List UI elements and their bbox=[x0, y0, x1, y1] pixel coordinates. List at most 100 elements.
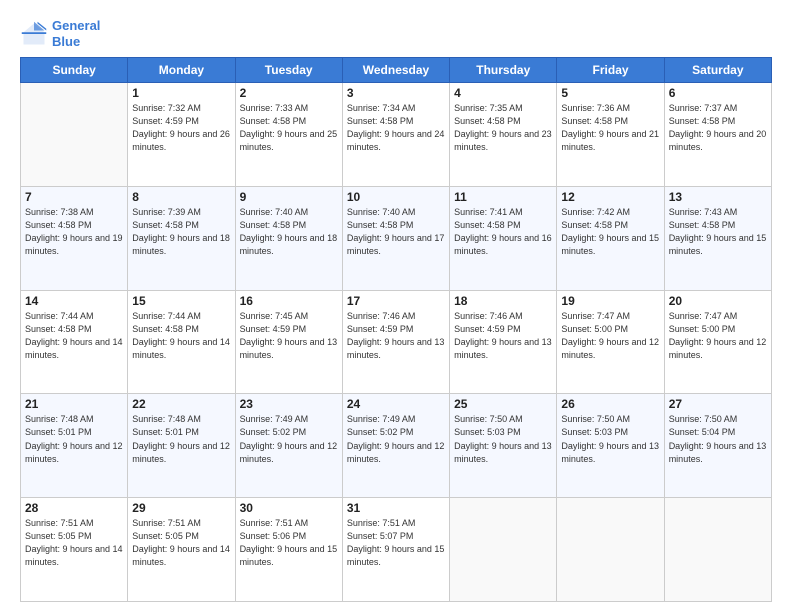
daylight-label: Daylight: 9 hours and 13 minutes. bbox=[561, 441, 659, 464]
day-number: 5 bbox=[561, 86, 659, 100]
sunrise-label: Sunrise: 7:34 AM bbox=[347, 103, 416, 113]
day-number: 23 bbox=[240, 397, 338, 411]
calendar-week-row: 1 Sunrise: 7:32 AM Sunset: 4:59 PM Daylight… bbox=[21, 83, 772, 187]
sunset-label: Sunset: 5:03 PM bbox=[561, 427, 628, 437]
sunset-label: Sunset: 5:06 PM bbox=[240, 531, 307, 541]
sunrise-label: Sunrise: 7:38 AM bbox=[25, 207, 94, 217]
day-number: 19 bbox=[561, 294, 659, 308]
calendar-week-row: 7 Sunrise: 7:38 AM Sunset: 4:58 PM Daylight… bbox=[21, 186, 772, 290]
daylight-label: Daylight: 9 hours and 15 minutes. bbox=[669, 233, 767, 256]
daylight-label: Daylight: 9 hours and 13 minutes. bbox=[454, 441, 552, 464]
cell-details: Sunrise: 7:43 AMSunset: 4:58 PMDaylight:… bbox=[669, 206, 767, 258]
sunset-label: Sunset: 4:58 PM bbox=[347, 116, 414, 126]
col-friday: Friday bbox=[557, 58, 664, 83]
table-row bbox=[21, 83, 128, 187]
day-number: 17 bbox=[347, 294, 445, 308]
sunset-label: Sunset: 4:59 PM bbox=[454, 324, 521, 334]
table-row: 13Sunrise: 7:43 AMSunset: 4:58 PMDayligh… bbox=[664, 186, 771, 290]
daylight-label: Daylight: 9 hours and 26 minutes. bbox=[132, 129, 230, 152]
day-number: 1 bbox=[132, 86, 230, 100]
cell-details: Sunrise: 7:49 AMSunset: 5:02 PMDaylight:… bbox=[240, 413, 338, 465]
sunrise-label: Sunrise: 7:32 AM bbox=[132, 103, 201, 113]
sunrise-label: Sunrise: 7:45 AM bbox=[240, 311, 309, 321]
cell-details: Sunrise: 7:50 AMSunset: 5:04 PMDaylight:… bbox=[669, 413, 767, 465]
sunrise-label: Sunrise: 7:39 AM bbox=[132, 207, 201, 217]
table-row: 8Sunrise: 7:39 AMSunset: 4:58 PMDaylight… bbox=[128, 186, 235, 290]
table-row: 11Sunrise: 7:41 AMSunset: 4:58 PMDayligh… bbox=[450, 186, 557, 290]
sunset-label: Sunset: 4:59 PM bbox=[347, 324, 414, 334]
cell-details: Sunrise: 7:40 AMSunset: 4:58 PMDaylight:… bbox=[347, 206, 445, 258]
col-saturday: Saturday bbox=[664, 58, 771, 83]
cell-details: Sunrise: 7:36 AMSunset: 4:58 PMDaylight:… bbox=[561, 102, 659, 154]
daylight-label: Daylight: 9 hours and 23 minutes. bbox=[454, 129, 552, 152]
col-sunday: Sunday bbox=[21, 58, 128, 83]
day-number: 22 bbox=[132, 397, 230, 411]
sunrise-label: Sunrise: 7:44 AM bbox=[25, 311, 94, 321]
table-row: 25Sunrise: 7:50 AMSunset: 5:03 PMDayligh… bbox=[450, 394, 557, 498]
table-row: 4Sunrise: 7:35 AMSunset: 4:58 PMDaylight… bbox=[450, 83, 557, 187]
sunset-label: Sunset: 5:07 PM bbox=[347, 531, 414, 541]
calendar-week-row: 21 Sunrise: 7:48 AM Sunset: 5:01 PM Dayligh… bbox=[21, 394, 772, 498]
daylight-label: Daylight: 9 hours and 14 minutes. bbox=[132, 337, 230, 360]
table-row: 18Sunrise: 7:46 AMSunset: 4:59 PMDayligh… bbox=[450, 290, 557, 394]
cell-details: Sunrise: 7:51 AMSunset: 5:07 PMDaylight:… bbox=[347, 517, 445, 569]
table-row: 17 Sunrise: 7:46 AMSunset: 4:59 PMDayligh… bbox=[342, 290, 449, 394]
day-number: 7 bbox=[25, 190, 123, 204]
sunset-label: Sunset: 4:58 PM bbox=[132, 220, 199, 230]
table-row: 9Sunrise: 7:40 AMSunset: 4:58 PMDaylight… bbox=[235, 186, 342, 290]
daylight-label: Daylight: 9 hours and 13 minutes. bbox=[454, 337, 552, 360]
sunset-label: Sunset: 4:58 PM bbox=[561, 220, 628, 230]
cell-details: Sunrise: 7:44 AM Sunset: 4:58 PM Daylight:… bbox=[25, 310, 123, 362]
cell-details: Sunrise: 7:50 AMSunset: 5:03 PMDaylight:… bbox=[561, 413, 659, 465]
sunset-label: Sunset: 4:58 PM bbox=[25, 220, 92, 230]
cell-details: Sunrise: 7:33 AMSunset: 4:58 PMDaylight:… bbox=[240, 102, 338, 154]
daylight-label: Daylight: 9 hours and 13 minutes. bbox=[240, 337, 338, 360]
sunset-label: Sunset: 4:58 PM bbox=[454, 116, 521, 126]
cell-details: Sunrise: 7:46 AMSunset: 4:59 PMDaylight:… bbox=[347, 310, 445, 362]
col-tuesday: Tuesday bbox=[235, 58, 342, 83]
sunrise-label: Sunrise: 7:36 AM bbox=[561, 103, 630, 113]
sunset-label: Sunset: 4:59 PM bbox=[240, 324, 307, 334]
table-row: 28Sunrise: 7:51 AMSunset: 5:05 PMDayligh… bbox=[21, 498, 128, 602]
table-row: 14Sunrise: 7:44 AMSunset: 4:58 PMDayligh… bbox=[21, 290, 128, 394]
day-number: 10 bbox=[347, 190, 445, 204]
daylight-label: Daylight: 9 hours and 20 minutes. bbox=[669, 129, 767, 152]
sunset-label: Sunset: 4:59 PM bbox=[132, 116, 199, 126]
day-number: 2 bbox=[240, 86, 338, 100]
cell-details: Sunrise: 7:47 AMSunset: 5:00 PMDaylight:… bbox=[669, 310, 767, 362]
sunset-label: Sunset: 5:01 PM bbox=[132, 427, 199, 437]
day-number: 21 bbox=[25, 397, 123, 411]
cell-details: Sunrise: 7:45 AM Sunset: 4:59 PM Daylight:… bbox=[240, 310, 338, 362]
sunrise-label: Sunrise: 7:50 AM bbox=[669, 414, 738, 424]
day-number: 28 bbox=[25, 501, 123, 515]
cell-details: Sunrise: 7:47 AMSunset: 5:00 PMDaylight:… bbox=[561, 310, 659, 362]
logo: General Blue bbox=[20, 18, 100, 49]
sunrise-label: Sunrise: 7:33 AM bbox=[240, 103, 309, 113]
sunset-label: Sunset: 4:58 PM bbox=[669, 116, 736, 126]
table-row: 22Sunrise: 7:48 AMSunset: 5:01 PMDayligh… bbox=[128, 394, 235, 498]
cell-details: Sunrise: 7:51 AMSunset: 5:06 PMDaylight:… bbox=[240, 517, 338, 569]
cell-details: Sunrise: 7:44 AMSunset: 4:58 PMDaylight:… bbox=[132, 310, 230, 362]
table-row bbox=[557, 498, 664, 602]
sunset-label: Sunset: 4:58 PM bbox=[25, 324, 92, 334]
table-row: 2 Sunrise: 7:33 AMSunset: 4:58 PMDaylight… bbox=[235, 83, 342, 187]
sunrise-label: Sunrise: 7:48 AM bbox=[132, 414, 201, 424]
daylight-label: Daylight: 9 hours and 15 minutes. bbox=[240, 544, 338, 567]
daylight-label: Daylight: 9 hours and 25 minutes. bbox=[240, 129, 338, 152]
daylight-label: Daylight: 9 hours and 14 minutes. bbox=[25, 337, 123, 360]
daylight-label: Daylight: 9 hours and 18 minutes. bbox=[132, 233, 230, 256]
day-number: 30 bbox=[240, 501, 338, 515]
cell-details: Sunrise: 7:49 AMSunset: 5:02 PMDaylight:… bbox=[347, 413, 445, 465]
day-number: 3 bbox=[347, 86, 445, 100]
table-row: 29Sunrise: 7:51 AMSunset: 5:05 PMDayligh… bbox=[128, 498, 235, 602]
sunrise-label: Sunrise: 7:43 AM bbox=[669, 207, 738, 217]
daylight-label: Daylight: 9 hours and 24 minutes. bbox=[347, 129, 445, 152]
cell-details: Sunrise: 7:35 AMSunset: 4:58 PMDaylight:… bbox=[454, 102, 552, 154]
sunset-label: Sunset: 5:02 PM bbox=[240, 427, 307, 437]
col-thursday: Thursday bbox=[450, 58, 557, 83]
table-row: 30 Sunrise: 7:51 AMSunset: 5:06 PMDayligh… bbox=[235, 498, 342, 602]
sunset-label: Sunset: 4:58 PM bbox=[240, 220, 307, 230]
table-row: 23 Sunrise: 7:49 AMSunset: 5:02 PMDayligh… bbox=[235, 394, 342, 498]
day-number: 9 bbox=[240, 190, 338, 204]
day-number: 18 bbox=[454, 294, 552, 308]
